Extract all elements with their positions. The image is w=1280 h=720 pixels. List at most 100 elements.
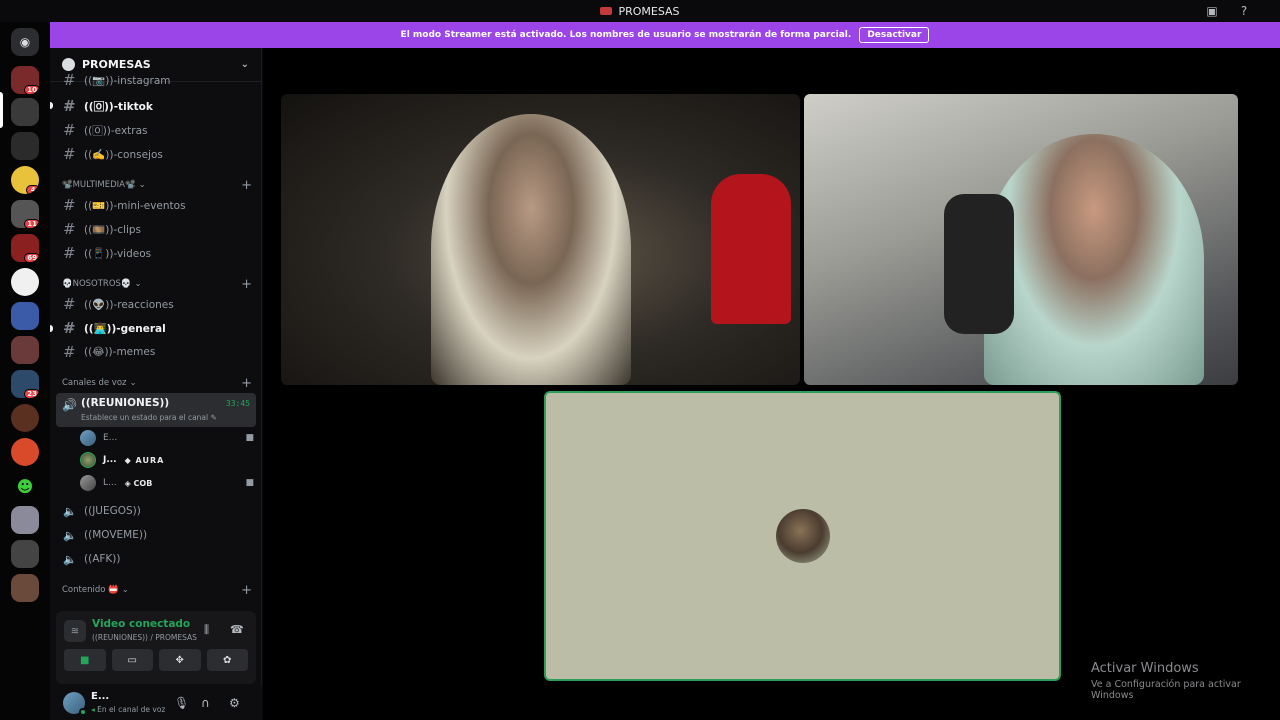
voice-username: E...	[103, 433, 118, 443]
add-channel-icon[interactable]: +	[241, 376, 252, 391]
noise-suppression-icon[interactable]: ⫼	[204, 623, 209, 637]
hash-icon: #	[63, 244, 76, 262]
selected-server-pill	[0, 92, 3, 128]
online-status-dot	[79, 708, 87, 716]
channel-label: ((🎫))-mini-eventos	[84, 199, 186, 212]
username[interactable]: E...	[91, 691, 109, 702]
add-channel-icon[interactable]: +	[241, 277, 252, 292]
inbox-icon[interactable]: ▣	[1204, 3, 1220, 19]
channel-memes[interactable]: # ((😂))-memes	[56, 341, 256, 363]
server-rail: ◉ 10 4 11 69 23 ☻	[0, 22, 50, 720]
microphone-icon[interactable]: 🎙	[174, 696, 189, 710]
connection-status[interactable]: Video conectado	[92, 618, 190, 630]
camera-icon: ■	[245, 478, 254, 488]
connection-location[interactable]: ((REUNIONES)) / PROMESAS	[92, 633, 197, 642]
deactivate-button[interactable]: Desactivar	[859, 27, 930, 43]
gaming-chair-image	[944, 194, 1014, 334]
mention-badge: 10	[24, 85, 39, 94]
channel-mini-eventos[interactable]: # ((🎫))-mini-eventos	[56, 194, 256, 216]
voice-username: L...	[103, 478, 117, 488]
screen-share-button[interactable]: ▭	[111, 649, 153, 671]
pencil-icon: ✎	[210, 413, 217, 422]
add-channel-icon[interactable]: +	[241, 583, 252, 598]
activities-button[interactable]: ✥	[159, 649, 201, 671]
mention-badge: 11	[24, 219, 39, 228]
participant-video	[431, 114, 631, 385]
channel-general[interactable]: # ((👨‍💻))-general	[56, 317, 256, 339]
voice-user[interactable]: J... ◆ AURA	[80, 450, 256, 470]
channel-videos[interactable]: # ((📱))-videos	[56, 242, 256, 264]
server-icon[interactable]: 11	[11, 200, 39, 228]
server-icon[interactable]: 10	[11, 66, 39, 94]
voice-channel-juegos[interactable]: 🔈 ((JUEGOS))	[56, 500, 256, 522]
activation-watermark: Activar Windows	[1091, 661, 1199, 676]
server-icon[interactable]	[11, 540, 39, 568]
mention-badge: 23	[24, 389, 39, 398]
signal-icon[interactable]: ≋	[64, 620, 86, 642]
server-icon[interactable]	[11, 98, 39, 126]
server-icon[interactable]: 69	[11, 234, 39, 262]
user-tag: ◆ AURA	[124, 455, 165, 465]
server-icon[interactable]	[11, 438, 39, 466]
avatar	[776, 509, 830, 563]
channel-reacciones[interactable]: # ((👽))-reacciones	[56, 293, 256, 315]
channel-consejos[interactable]: # ((✍️))-consejos	[56, 143, 256, 165]
channel-tiktok[interactable]: # ((🄾))-tiktok	[56, 95, 256, 117]
server-icon[interactable]	[11, 574, 39, 602]
mention-badge: 4	[26, 185, 39, 194]
voice-channel-moveme[interactable]: 🔈 ((MOVEME))	[56, 524, 256, 546]
channel-instagram[interactable]: # ((📷))-instagram	[56, 73, 256, 87]
speaker-icon: ◂	[91, 705, 95, 714]
channel-label: ((🄾))-tiktok	[84, 100, 153, 113]
channel-label: ((🄾))-extras	[84, 124, 148, 137]
channel-extras[interactable]: # ((🄾))-extras	[56, 119, 256, 141]
avatar	[80, 475, 96, 491]
gear-icon[interactable]: ⚙	[229, 696, 240, 710]
voice-user[interactable]: L... ◈ COB ■	[80, 473, 256, 493]
server-icon[interactable]	[11, 302, 39, 330]
category-label: Canales de voz	[62, 378, 127, 388]
soundboard-button[interactable]: ✿	[206, 649, 248, 671]
camera-button[interactable]: ■	[64, 649, 106, 671]
disconnect-icon[interactable]: ☎	[230, 623, 244, 636]
server-icon[interactable]	[11, 404, 39, 432]
channel-label: ((JUEGOS))	[84, 505, 141, 517]
voice-user[interactable]: E... ■	[80, 428, 256, 448]
channel-status-prompt[interactable]: Establece un estado para el canal ✎	[81, 413, 217, 422]
channel-label: ((AFK))	[84, 553, 121, 565]
server-icon[interactable]	[11, 268, 39, 296]
video-tile-avatar[interactable]	[544, 391, 1061, 681]
hash-icon: #	[63, 73, 76, 87]
headphones-icon[interactable]: ∩	[201, 696, 210, 710]
video-tile[interactable]	[281, 94, 800, 385]
user-status-text: En el canal de voz	[97, 705, 166, 714]
server-icon[interactable]: 4	[11, 166, 39, 194]
video-tile[interactable]	[804, 94, 1238, 385]
voice-channel-reuniones[interactable]: 🔊 ((REUNIONES)) 33:45 Establece un estad…	[56, 393, 256, 427]
discord-home-icon[interactable]: ◉	[11, 28, 39, 56]
category-nosotros[interactable]: 💀NOSOTROS💀 ⌄ +	[62, 277, 252, 292]
camera-icon: ■	[245, 433, 254, 443]
category-multimedia[interactable]: 📽️MULTIMEDIA📽️ ⌄ +	[62, 178, 252, 193]
unread-indicator	[50, 325, 53, 332]
server-icon[interactable]	[11, 506, 39, 534]
hash-icon: #	[63, 319, 76, 337]
server-icon[interactable]	[11, 336, 39, 364]
hash-icon: #	[63, 145, 76, 163]
category-voice[interactable]: Canales de voz ⌄ +	[62, 376, 252, 391]
participant-video	[984, 134, 1204, 385]
add-channel-icon[interactable]: +	[241, 178, 252, 193]
category-contenido[interactable]: Contenido 📛 ⌄ +	[62, 583, 252, 598]
streamer-mode-message: El modo Streamer está activado. Los nomb…	[400, 30, 852, 40]
voice-channel-afk[interactable]: 🔈 ((AFK))	[56, 548, 256, 570]
server-icon[interactable]: 23	[11, 370, 39, 398]
server-icon[interactable]	[11, 132, 39, 160]
avatar[interactable]	[63, 692, 87, 716]
hash-icon: #	[63, 343, 76, 361]
channel-label: ((📱))-videos	[84, 247, 152, 260]
help-icon[interactable]: ?	[1236, 3, 1252, 19]
channel-label: ((MOVEME))	[84, 529, 148, 541]
call-timer: 33:45	[225, 399, 250, 408]
alien-server-icon[interactable]: ☻	[11, 472, 39, 500]
channel-clips[interactable]: # ((🎞️))-clips	[56, 218, 256, 240]
